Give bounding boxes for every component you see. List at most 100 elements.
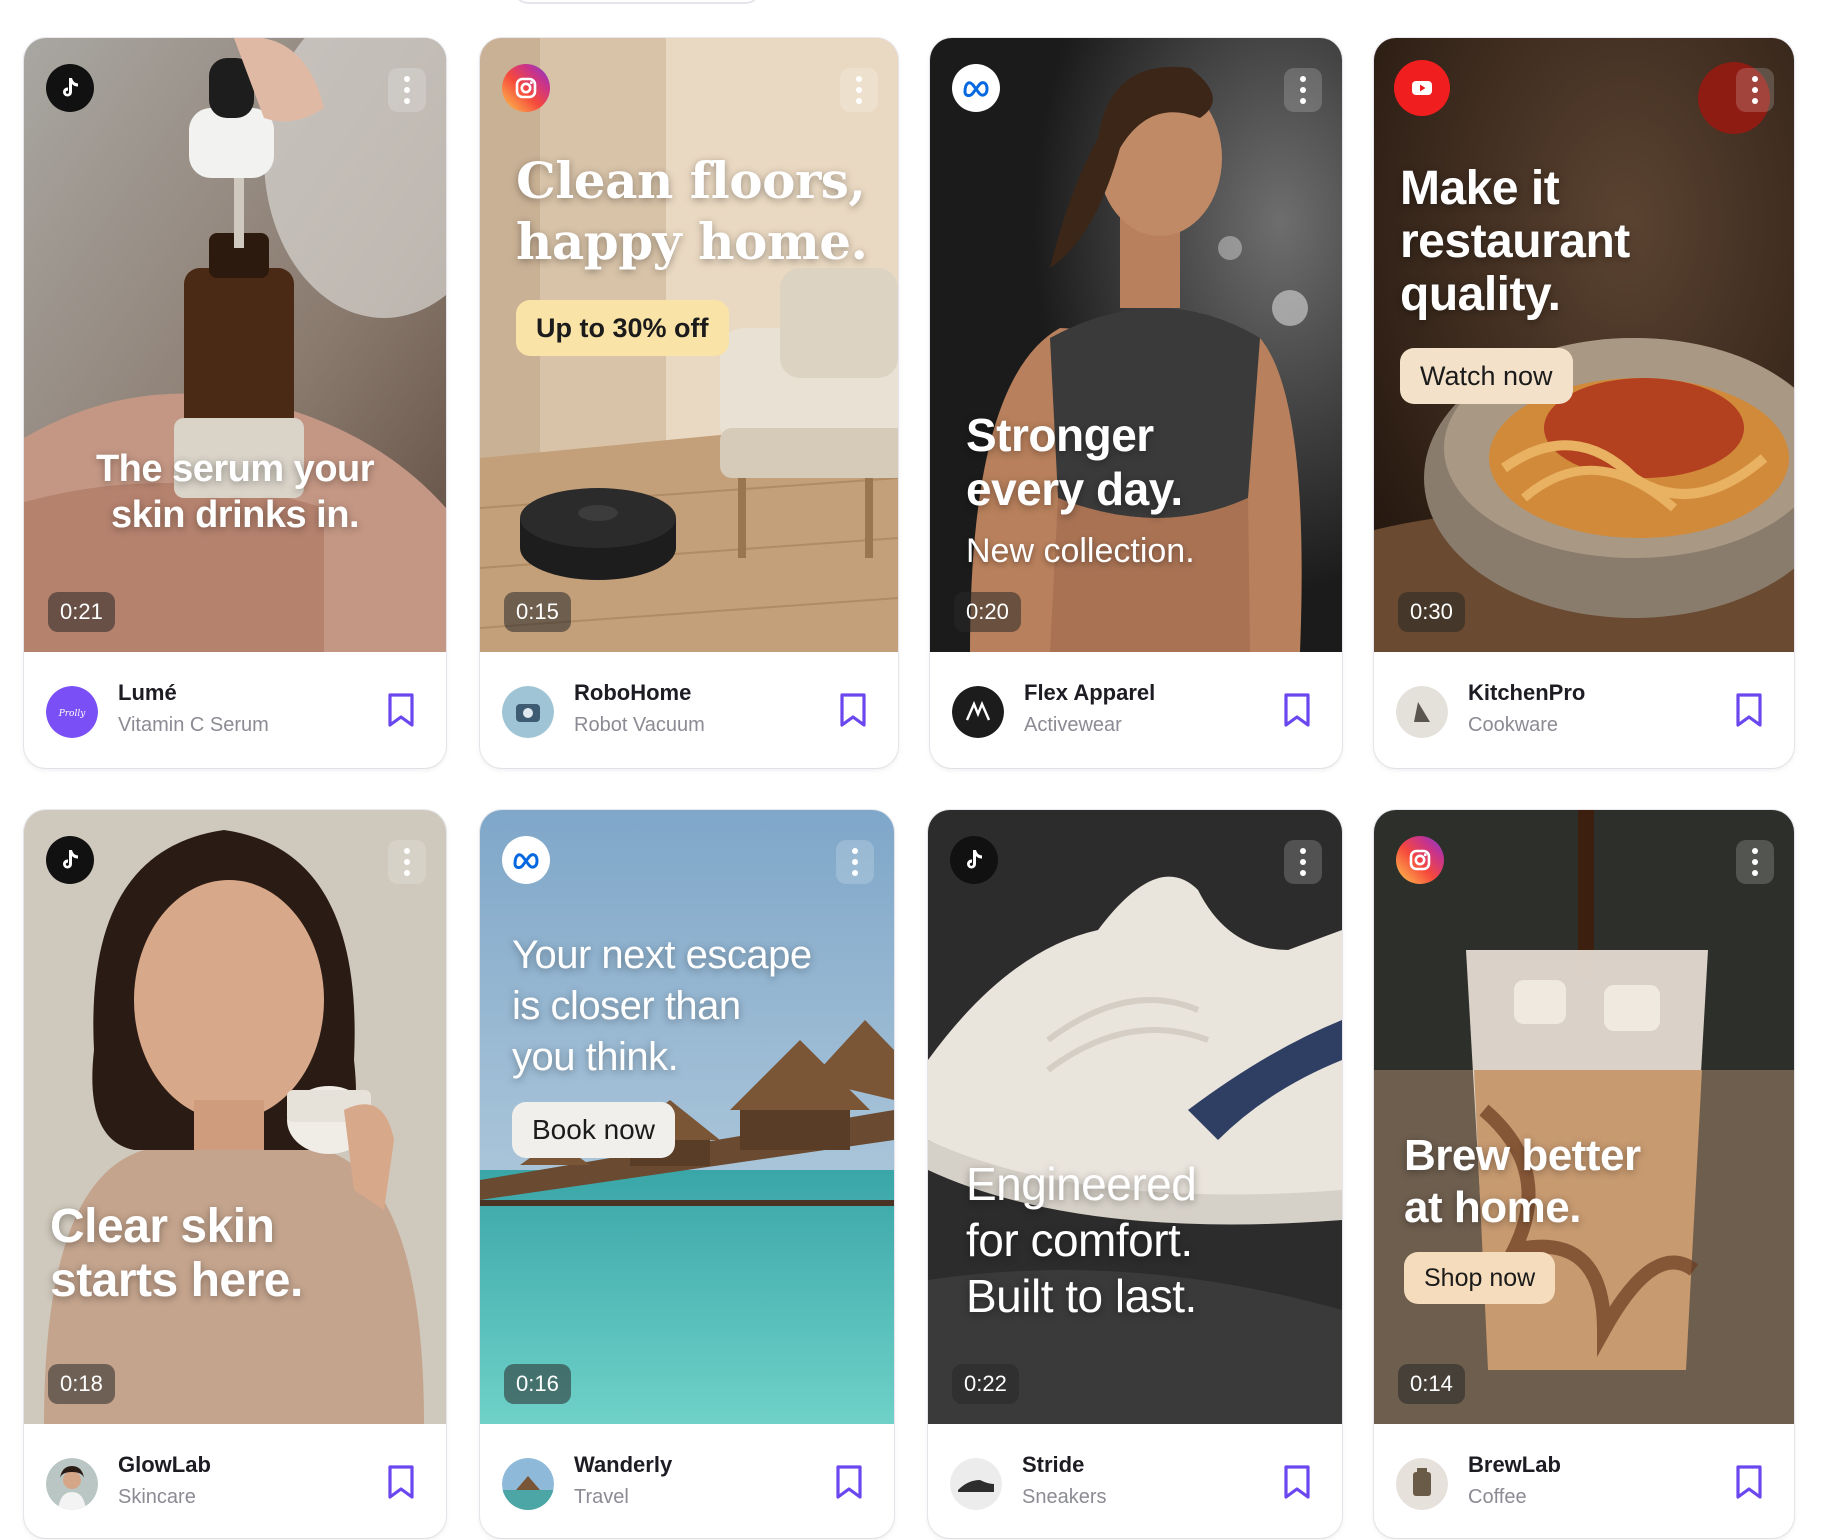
ad-headline: Make it restaurant quality.	[1400, 162, 1630, 321]
ad-subline: New collection.	[966, 532, 1195, 570]
product-name: Activewear	[1024, 714, 1122, 736]
meta-icon	[952, 64, 1000, 112]
duration-badge: 0:22	[952, 1364, 1019, 1404]
card-footer: RoboHome Robot Vacuum	[480, 652, 898, 768]
product-name: Travel	[574, 1486, 629, 1508]
more-options-icon[interactable]	[1736, 840, 1774, 884]
bookmark-icon[interactable]	[386, 692, 416, 728]
brand-avatar[interactable]	[950, 1458, 1002, 1510]
brand-name[interactable]: Stride	[1022, 1452, 1084, 1478]
brand-name[interactable]: Wanderly	[574, 1452, 672, 1478]
more-options-icon[interactable]	[840, 68, 878, 112]
brand-name[interactable]: KitchenPro	[1468, 680, 1585, 706]
ad-media[interactable]: Stronger every day. New collection. 0:20	[930, 38, 1342, 652]
bookmark-icon[interactable]	[386, 1464, 416, 1500]
bookmark-icon[interactable]	[1734, 1464, 1764, 1500]
brand-avatar[interactable]: Prolly	[46, 686, 98, 738]
more-options-icon[interactable]	[388, 68, 426, 112]
brand-name[interactable]: Lumé	[118, 680, 177, 706]
instagram-icon	[502, 64, 550, 112]
card-footer: Prolly Lumé Vitamin C Serum	[24, 652, 446, 768]
ad-card-glowlab[interactable]: Clear skin starts here. 0:18 GlowLab Ski…	[24, 810, 446, 1538]
more-options-icon[interactable]	[1736, 68, 1774, 112]
serum-image	[24, 38, 446, 652]
sneaker-image	[928, 810, 1342, 1424]
bookmark-icon[interactable]	[1734, 692, 1764, 728]
brand-name[interactable]: GlowLab	[118, 1452, 211, 1478]
top-tab-edge	[514, 0, 760, 4]
cta-button[interactable]: Shop now	[1404, 1252, 1556, 1304]
card-footer: KitchenPro Cookware	[1374, 652, 1794, 768]
duration-badge: 0:20	[954, 592, 1021, 632]
ad-media[interactable]: Clear skin starts here. 0:18	[24, 810, 446, 1424]
duration-badge: 0:14	[1398, 1364, 1465, 1404]
ad-headline: Engineered for comfort. Built to last.	[966, 1158, 1197, 1322]
tiktok-icon	[46, 836, 94, 884]
product-name: Coffee	[1468, 1486, 1527, 1508]
more-options-icon[interactable]	[1284, 68, 1322, 112]
ad-headline: Stronger every day.	[966, 409, 1183, 515]
ad-headline: Your next escape is closer than you thin…	[512, 933, 812, 1079]
duration-badge: 0:16	[504, 1364, 571, 1404]
tiktok-icon	[950, 836, 998, 884]
card-footer: GlowLab Skincare	[24, 1424, 446, 1538]
bookmark-icon[interactable]	[834, 1464, 864, 1500]
ad-media[interactable]: The serum your skin drinks in. 0:21	[24, 38, 446, 652]
brand-avatar[interactable]	[1396, 1458, 1448, 1510]
ad-card-robohome[interactable]: Clean floors, happy home. Up to 30% off …	[480, 38, 898, 768]
ad-card-flex-apparel[interactable]: Stronger every day. New collection. 0:20…	[930, 38, 1342, 768]
brand-avatar[interactable]	[502, 686, 554, 738]
ad-headline: Clean floors, happy home.	[516, 151, 868, 271]
brand-name[interactable]: Flex Apparel	[1024, 680, 1155, 706]
more-options-icon[interactable]	[1284, 840, 1322, 884]
product-name: Cookware	[1468, 714, 1559, 736]
meta-icon	[502, 836, 550, 884]
bookmark-icon[interactable]	[838, 692, 868, 728]
ad-media[interactable]: Engineered for comfort. Built to last. 0…	[928, 810, 1342, 1424]
ad-card-lume[interactable]: The serum your skin drinks in. 0:21 Prol…	[24, 38, 446, 768]
ad-card-kitchenpro[interactable]: Make it restaurant quality. Watch now 0:…	[1374, 38, 1794, 768]
iced-coffee-image	[1374, 810, 1794, 1424]
brand-avatar[interactable]	[1396, 686, 1448, 738]
svg-text:Prolly: Prolly	[58, 709, 87, 719]
cta-button[interactable]: Watch now	[1400, 348, 1573, 404]
ad-headline: The serum your skin drinks in.	[95, 448, 375, 536]
brand-avatar[interactable]	[46, 1458, 98, 1510]
card-footer: Wanderly Travel	[480, 1424, 894, 1538]
ad-media[interactable]: Your next escape is closer than you thin…	[480, 810, 894, 1424]
ad-card-brewlab[interactable]: Brew better at home. Shop now 0:14 BrewL…	[1374, 810, 1794, 1538]
ad-card-stride[interactable]: Engineered for comfort. Built to last. 0…	[928, 810, 1342, 1538]
bookmark-icon[interactable]	[1282, 692, 1312, 728]
ad-media[interactable]: Make it restaurant quality. Watch now 0:…	[1374, 38, 1794, 652]
duration-badge: 0:30	[1398, 592, 1465, 632]
card-footer: Stride Sneakers	[928, 1424, 1342, 1538]
skincare-model-image	[24, 810, 446, 1424]
instagram-icon	[1396, 836, 1444, 884]
product-name: Sneakers	[1022, 1486, 1107, 1508]
cta-badge[interactable]: Up to 30% off	[516, 300, 729, 356]
duration-badge: 0:21	[48, 592, 115, 632]
tiktok-icon	[46, 64, 94, 112]
ad-media[interactable]: Clean floors, happy home. Up to 30% off …	[480, 38, 898, 652]
bookmark-icon[interactable]	[1282, 1464, 1312, 1500]
ad-media[interactable]: Brew better at home. Shop now 0:14	[1374, 810, 1794, 1424]
card-footer: BrewLab Coffee	[1374, 1424, 1794, 1538]
more-options-icon[interactable]	[836, 840, 874, 884]
pasta-image	[1374, 38, 1794, 652]
youtube-icon	[1394, 60, 1450, 116]
card-footer: Flex Apparel Activewear	[930, 652, 1342, 768]
brand-name[interactable]: RoboHome	[574, 680, 691, 706]
duration-badge: 0:18	[48, 1364, 115, 1404]
duration-badge: 0:15	[504, 592, 571, 632]
product-name: Skincare	[118, 1486, 196, 1508]
brand-avatar[interactable]	[502, 1458, 554, 1510]
brand-name[interactable]: BrewLab	[1468, 1452, 1561, 1478]
brand-avatar[interactable]	[952, 686, 1004, 738]
ad-card-wanderly[interactable]: Your next escape is closer than you thin…	[480, 810, 894, 1538]
more-options-icon[interactable]	[388, 840, 426, 884]
ad-headline: Brew better at home.	[1404, 1131, 1641, 1232]
product-name: Robot Vacuum	[574, 714, 705, 736]
cta-button[interactable]: Book now	[512, 1102, 675, 1158]
product-name: Vitamin C Serum	[118, 714, 269, 736]
ad-headline: Clear skin starts here.	[50, 1200, 303, 1307]
